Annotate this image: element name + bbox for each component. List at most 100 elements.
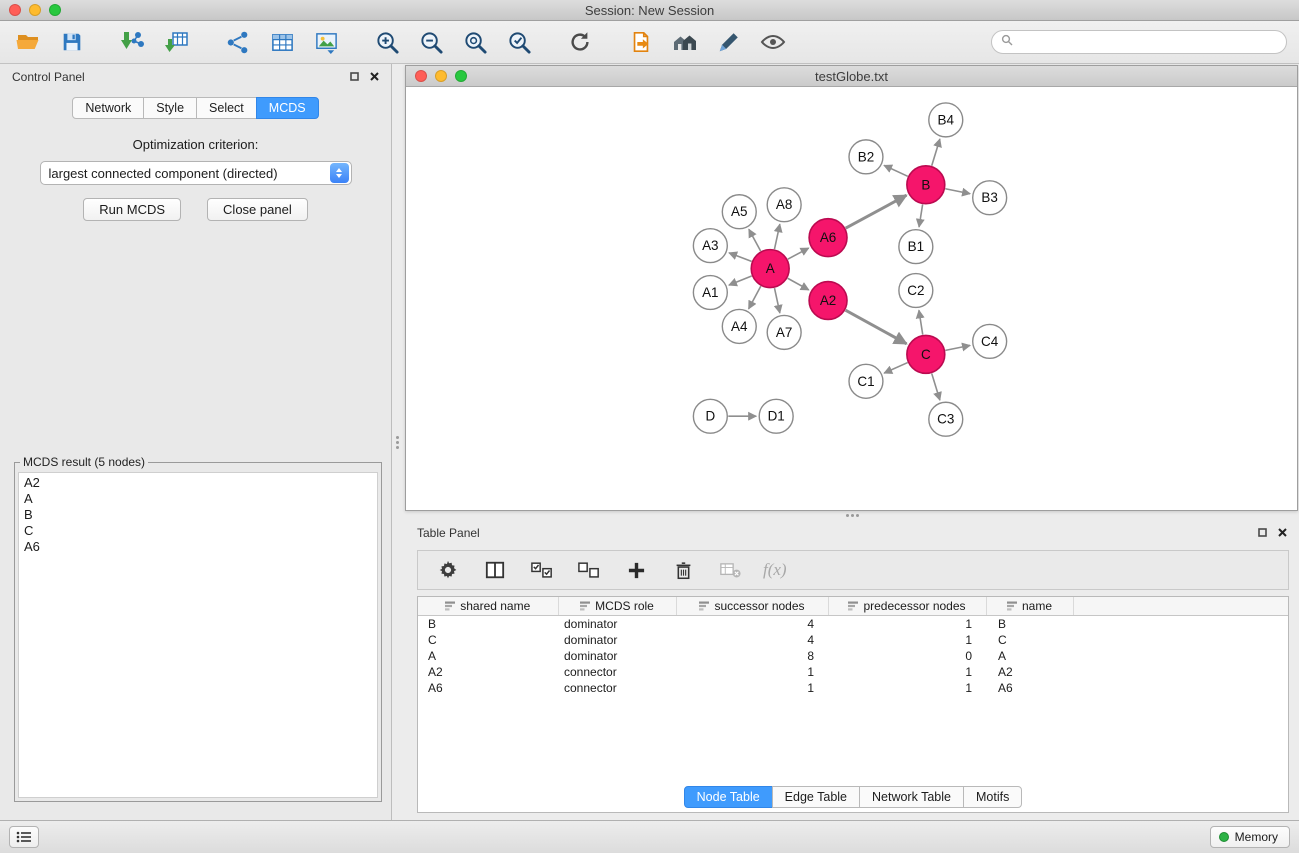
- edge-A-A3[interactable]: [729, 253, 752, 262]
- splitter-handle-horizontal[interactable]: [846, 514, 849, 517]
- close-panel-button[interactable]: Close panel: [207, 198, 308, 221]
- edge-A6-B[interactable]: [846, 195, 907, 228]
- graph-node-C[interactable]: C: [907, 335, 945, 373]
- table-cell[interactable]: B: [986, 616, 1073, 633]
- criterion-dropdown[interactable]: largest connected component (directed): [40, 161, 352, 185]
- table-row[interactable]: Bdominator41B: [418, 616, 1288, 633]
- edge-A-A4[interactable]: [749, 286, 761, 309]
- maximize-window-icon[interactable]: [455, 70, 467, 82]
- edge-A-A7[interactable]: [774, 288, 779, 313]
- edge-B-B3[interactable]: [945, 189, 970, 194]
- tab-edge-table[interactable]: Edge Table: [772, 786, 860, 808]
- edge-A-A2[interactable]: [788, 278, 809, 290]
- edge-C-C3[interactable]: [932, 373, 940, 400]
- gear-icon[interactable]: [434, 556, 462, 584]
- tab-select[interactable]: Select: [196, 97, 257, 119]
- tab-motifs[interactable]: Motifs: [963, 786, 1022, 808]
- table-cell[interactable]: 1: [828, 664, 986, 680]
- graph-node-B[interactable]: B: [907, 166, 945, 204]
- table-cell[interactable]: 1: [828, 616, 986, 633]
- home-icon[interactable]: [671, 28, 699, 56]
- table-cell[interactable]: dominator: [558, 648, 676, 664]
- fx-icon[interactable]: f(x): [763, 560, 787, 580]
- edge-C-C4[interactable]: [945, 345, 970, 350]
- network-window-titlebar[interactable]: testGlobe.txt: [406, 66, 1297, 87]
- select-all-icon[interactable]: [528, 556, 556, 584]
- tab-node-table[interactable]: Node Table: [684, 786, 773, 808]
- trash-icon[interactable]: [669, 556, 697, 584]
- minimize-window-icon[interactable]: [29, 4, 41, 16]
- search-input[interactable]: [1019, 35, 1286, 50]
- edge-A-A5[interactable]: [749, 229, 761, 251]
- table-cell[interactable]: A: [986, 648, 1073, 664]
- graph-node-B1[interactable]: B1: [899, 230, 933, 264]
- zoom-fit-icon[interactable]: [461, 28, 489, 56]
- graph-node-A2[interactable]: A2: [809, 282, 847, 320]
- edge-B-B2[interactable]: [884, 165, 908, 176]
- memory-button[interactable]: Memory: [1210, 826, 1290, 848]
- graph-node-A6[interactable]: A6: [809, 219, 847, 257]
- export-image-icon[interactable]: [312, 28, 340, 56]
- graph-node-A5[interactable]: A5: [722, 195, 756, 229]
- graph-node-A7[interactable]: A7: [767, 315, 801, 349]
- edge-B-B4[interactable]: [932, 139, 940, 166]
- graph-node-D[interactable]: D: [693, 399, 727, 433]
- tab-mcds[interactable]: MCDS: [256, 97, 319, 119]
- edge-A-A1[interactable]: [729, 276, 752, 285]
- edge-C-C2[interactable]: [919, 310, 923, 334]
- columns-icon[interactable]: [481, 556, 509, 584]
- column-header-successor-nodes[interactable]: successor nodes: [676, 597, 828, 616]
- table-cell[interactable]: 0: [828, 648, 986, 664]
- column-header-MCDS-role[interactable]: MCDS role: [558, 597, 676, 616]
- unselect-all-icon[interactable]: [575, 556, 603, 584]
- graph-node-A1[interactable]: A1: [693, 276, 727, 310]
- graph-node-A4[interactable]: A4: [722, 309, 756, 343]
- graph-node-A8[interactable]: A8: [767, 188, 801, 222]
- table-cell[interactable]: A: [418, 648, 558, 664]
- edge-C-C1[interactable]: [884, 363, 908, 374]
- table-cell[interactable]: A6: [418, 680, 558, 696]
- table-cell[interactable]: 1: [676, 680, 828, 696]
- edge-B-B1[interactable]: [919, 204, 923, 227]
- float-panel-icon[interactable]: [1258, 524, 1267, 542]
- graph-node-C1[interactable]: C1: [849, 364, 883, 398]
- open-session-icon[interactable]: [14, 28, 42, 56]
- table-cell[interactable]: dominator: [558, 632, 676, 648]
- result-item[interactable]: A: [19, 491, 377, 507]
- result-item[interactable]: B: [19, 507, 377, 523]
- table-row[interactable]: A2connector11A2: [418, 664, 1288, 680]
- mcds-result-list[interactable]: A2ABCA6: [18, 472, 378, 798]
- refresh-icon[interactable]: [566, 28, 594, 56]
- run-mcds-button[interactable]: Run MCDS: [83, 198, 181, 221]
- zoom-out-icon[interactable]: [417, 28, 445, 56]
- edge-A-A6[interactable]: [788, 248, 809, 259]
- table-cell[interactable]: 8: [676, 648, 828, 664]
- delete-column-icon[interactable]: [716, 556, 744, 584]
- float-panel-icon[interactable]: [350, 68, 359, 86]
- table-row[interactable]: A6connector11A6: [418, 680, 1288, 696]
- save-session-icon[interactable]: [58, 28, 86, 56]
- result-item[interactable]: A2: [19, 475, 377, 491]
- graph-node-D1[interactable]: D1: [759, 399, 793, 433]
- table-cell[interactable]: C: [986, 632, 1073, 648]
- table-cell[interactable]: connector: [558, 664, 676, 680]
- tab-style[interactable]: Style: [143, 97, 197, 119]
- splitter-handle-vertical[interactable]: [396, 436, 399, 439]
- annotation-pen-icon[interactable]: [715, 28, 743, 56]
- add-icon[interactable]: [622, 556, 650, 584]
- close-panel-icon[interactable]: [1278, 524, 1287, 542]
- minimize-window-icon[interactable]: [435, 70, 447, 82]
- table-cell[interactable]: connector: [558, 680, 676, 696]
- import-table-icon[interactable]: [163, 28, 191, 56]
- table-cell[interactable]: 1: [828, 632, 986, 648]
- open-file-icon[interactable]: [627, 28, 655, 56]
- table-cell[interactable]: 4: [676, 616, 828, 633]
- table-cell[interactable]: 1: [828, 680, 986, 696]
- graph-node-C4[interactable]: C4: [973, 324, 1007, 358]
- network-canvas[interactable]: B4B2BB3A5A8A6B1A3AA1C2A2A4A7C4C1CC3DD1: [406, 88, 1297, 510]
- tab-network-table[interactable]: Network Table: [859, 786, 964, 808]
- table-cell[interactable]: dominator: [558, 616, 676, 633]
- edge-A-A8[interactable]: [774, 224, 779, 249]
- table-cell[interactable]: A2: [418, 664, 558, 680]
- new-network-icon[interactable]: [224, 28, 252, 56]
